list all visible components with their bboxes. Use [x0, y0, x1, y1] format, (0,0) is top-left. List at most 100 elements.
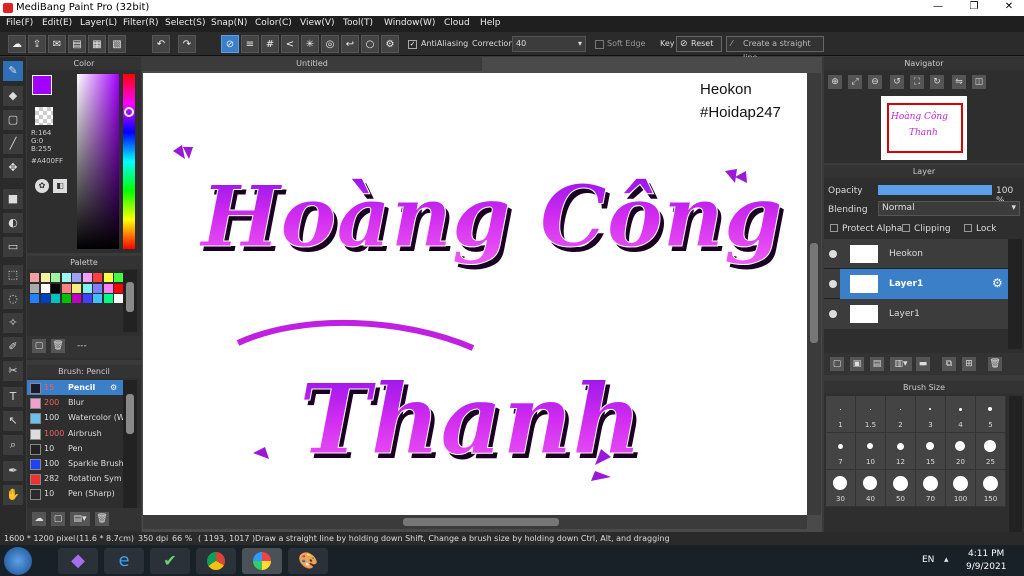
correction-select[interactable]: 40 ▾: [512, 36, 586, 52]
palette-swatch[interactable]: [51, 294, 60, 303]
canvas-vertical-scrollbar[interactable]: [807, 73, 821, 515]
chat-icon[interactable]: ▤: [68, 35, 86, 53]
pen-tool-icon[interactable]: ✒: [3, 461, 23, 481]
palette-swatch[interactable]: [82, 273, 92, 282]
menu-view[interactable]: View(V): [300, 18, 335, 28]
brush-item[interactable]: 1000 Airbrush: [27, 426, 123, 441]
folder-icon[interactable]: ▬: [916, 357, 930, 371]
brush-item[interactable]: 10 Pen (Sharp): [27, 486, 123, 501]
palette-swatch[interactable]: [72, 283, 81, 293]
circle-snap-icon[interactable]: ○: [361, 35, 379, 53]
palette-swatch[interactable]: [40, 283, 50, 293]
select-tool-icon[interactable]: ⬚: [3, 265, 23, 285]
language-indicator[interactable]: EN: [922, 555, 934, 565]
brush-size-cell[interactable]: 1: [826, 396, 856, 433]
brush-size-scrollbar[interactable]: [1009, 396, 1022, 532]
maximize-button[interactable]: ❐: [962, 0, 986, 14]
undo-icon[interactable]: ↶: [152, 35, 170, 53]
layers-icon[interactable]: ▧: [108, 35, 126, 53]
palette-scrollbar[interactable]: [123, 270, 137, 332]
palette-swatch[interactable]: [103, 294, 113, 303]
new-layer-icon[interactable]: ▢: [830, 357, 844, 371]
antialiasing-checkbox[interactable]: ✓: [408, 40, 417, 49]
duplicate-layer-icon[interactable]: ⧉: [942, 357, 956, 371]
palette-swatch[interactable]: [61, 273, 71, 282]
palette-swatch[interactable]: [82, 283, 92, 293]
cloud-icon[interactable]: ☁: [8, 35, 26, 53]
eye-icon[interactable]: [829, 250, 837, 258]
line-tool-icon[interactable]: ╱: [3, 134, 23, 154]
add-layer-menu-icon[interactable]: ▥▾: [890, 357, 912, 371]
blending-select[interactable]: Normal ▾: [878, 201, 1020, 216]
start-icon[interactable]: [4, 547, 32, 575]
primary-color-swatch[interactable]: [32, 75, 52, 95]
delete-palette-icon[interactable]: 🗑: [51, 339, 65, 353]
brush-scrollbar[interactable]: [123, 380, 137, 508]
color-wheel-icon[interactable]: ✿: [35, 179, 49, 193]
select-eraser-icon[interactable]: ✂: [3, 361, 23, 381]
brush-size-cell[interactable]: 10: [856, 433, 886, 470]
brush-tool-icon[interactable]: ✎: [3, 61, 23, 81]
minimize-button[interactable]: —: [926, 0, 950, 14]
clipping-checkbox[interactable]: [902, 224, 910, 232]
zoom-out-icon[interactable]: ⊖: [868, 75, 882, 89]
chrome-icon[interactable]: [196, 548, 236, 574]
straight-line-button[interactable]: ⁄ Create a straight line: [726, 36, 824, 62]
palette-swatch[interactable]: [82, 294, 92, 303]
document-icon[interactable]: ▦: [88, 35, 106, 53]
zoom-in-icon[interactable]: ⊕: [828, 75, 842, 89]
brush-size-cell[interactable]: 30: [826, 470, 856, 507]
brush-size-cell[interactable]: 40: [856, 470, 886, 507]
navigator-preview[interactable]: Hoàng Công Thanh: [881, 96, 967, 160]
lock-checkbox[interactable]: [964, 224, 972, 232]
ie-icon[interactable]: e: [104, 548, 144, 574]
reset-view-icon[interactable]: ◫: [972, 75, 986, 89]
eraser-tool-icon[interactable]: ◆: [3, 86, 23, 106]
merge-layer-icon[interactable]: ⊞: [962, 357, 976, 371]
perspective-snap-icon[interactable]: <: [281, 35, 299, 53]
brush-item[interactable]: 282 Rotation Sym: [27, 471, 123, 486]
menu-filter[interactable]: Filter(R): [123, 18, 159, 28]
text-tool-icon[interactable]: T: [3, 387, 23, 407]
rotate-left-icon[interactable]: ↺: [890, 75, 904, 89]
menu-select[interactable]: Select(S): [165, 18, 206, 28]
delete-layer-icon[interactable]: 🗑: [988, 357, 1002, 371]
layer-row[interactable]: Layer1 ⚙: [824, 269, 1008, 299]
brush-size-cell[interactable]: 7: [826, 433, 856, 470]
brush-size-cell[interactable]: 25: [976, 433, 1006, 470]
brush-item[interactable]: 100 Sparkle Brush: [27, 456, 123, 471]
close-button[interactable]: ✕: [994, 0, 1024, 14]
new-palette-icon[interactable]: ▢: [32, 339, 46, 353]
menu-file[interactable]: File(F): [6, 18, 33, 28]
palette-swatch[interactable]: [61, 294, 71, 303]
move-tool-icon[interactable]: ✥: [3, 158, 23, 178]
eye-icon[interactable]: [829, 310, 837, 318]
bucket-tool-icon[interactable]: ◐: [3, 213, 23, 233]
menu-edit[interactable]: Edit(E): [42, 18, 72, 28]
comment-icon[interactable]: ✉: [48, 35, 66, 53]
brush-settings-icon[interactable]: ⚙: [110, 380, 117, 395]
visual-studio-icon[interactable]: ◆: [58, 548, 98, 574]
brush-size-cell[interactable]: 15: [916, 433, 946, 470]
layer-row[interactable]: Heokon: [824, 239, 1008, 269]
brush-item[interactable]: 15 Pencil ⚙: [27, 380, 123, 395]
palette-swatch[interactable]: [51, 273, 60, 282]
no-snap-icon[interactable]: ⊘: [221, 35, 239, 53]
radial-snap-icon[interactable]: ✳: [301, 35, 319, 53]
brush-size-cell[interactable]: 5: [976, 396, 1006, 433]
new-1bit-layer-icon[interactable]: ▤: [870, 357, 884, 371]
parallel-snap-icon[interactable]: ≡: [241, 35, 259, 53]
palette-swatch[interactable]: [114, 273, 123, 282]
palette-swatch[interactable]: [93, 283, 102, 293]
menu-layer[interactable]: Layer(L): [80, 18, 117, 28]
layer-row[interactable]: Layer1: [824, 299, 1008, 329]
delete-brush-icon[interactable]: 🗑: [95, 512, 109, 526]
protect-alpha-checkbox[interactable]: [830, 224, 838, 232]
tray-arrow-icon[interactable]: ▴: [944, 555, 949, 565]
redo-icon[interactable]: ↷: [178, 35, 196, 53]
brush-size-cell[interactable]: 70: [916, 470, 946, 507]
palette-swatch[interactable]: [114, 294, 123, 303]
palette-swatch[interactable]: [103, 283, 113, 293]
palette-swatch[interactable]: [114, 283, 123, 293]
layer-settings-icon[interactable]: ⚙: [992, 276, 1003, 290]
